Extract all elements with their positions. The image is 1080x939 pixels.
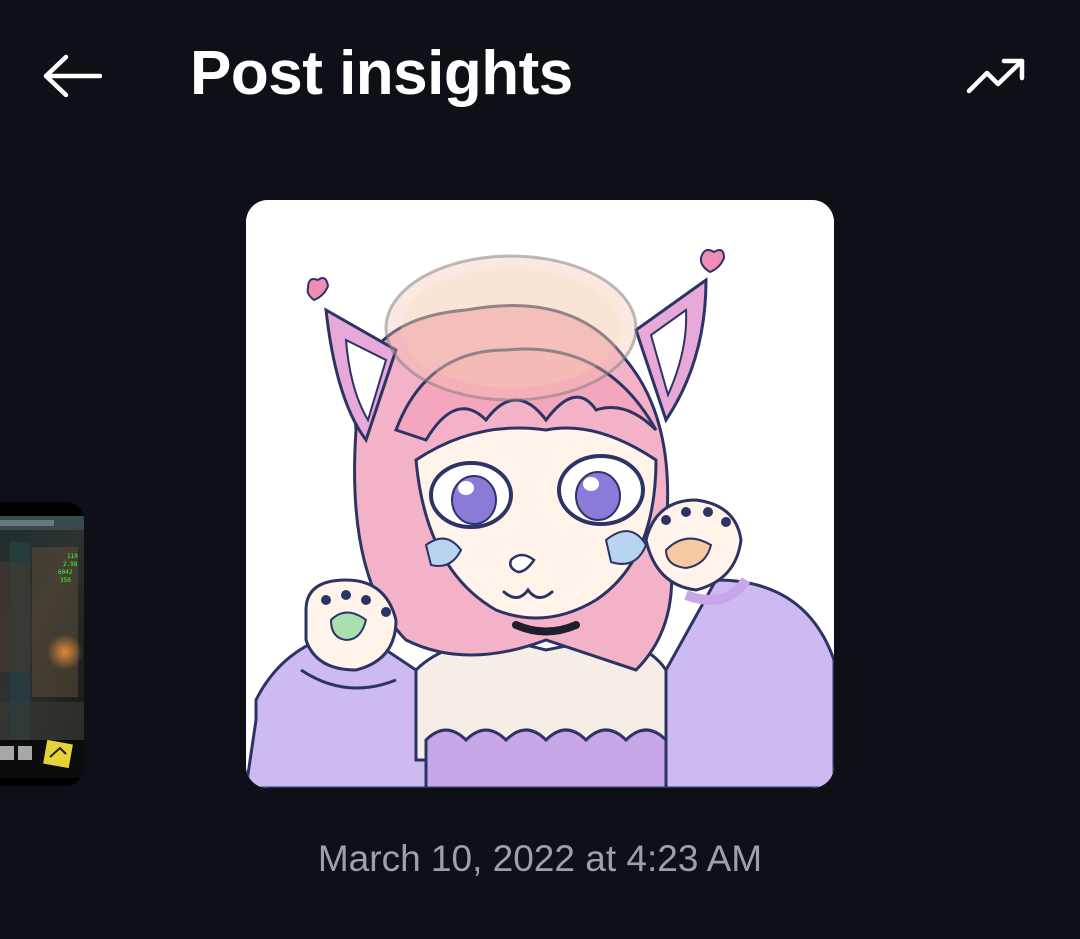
game-screenshot-image: 110 2.98 6042 350 — [0, 516, 84, 778]
catgirl-illustration — [246, 200, 834, 788]
page-title: Post insights — [190, 39, 573, 108]
trending-up-icon — [966, 58, 1025, 94]
arrow-left-icon — [43, 54, 102, 98]
svg-text:6042: 6042 — [58, 569, 73, 576]
side-thumbnail[interactable]: 110 2.98 6042 350 — [0, 502, 84, 786]
post-timestamp: March 10, 2022 at 4:23 AM — [317, 838, 763, 879]
svg-text:110: 110 — [67, 553, 78, 560]
svg-text:2.98: 2.98 — [63, 561, 78, 568]
back-button[interactable] — [36, 46, 108, 106]
svg-text:350: 350 — [60, 577, 71, 584]
post-image[interactable] — [246, 200, 834, 788]
post-insights-screen: Post insights 110 2.98 6042 350 March 10… — [0, 0, 1080, 939]
trending-button[interactable] — [958, 48, 1034, 104]
